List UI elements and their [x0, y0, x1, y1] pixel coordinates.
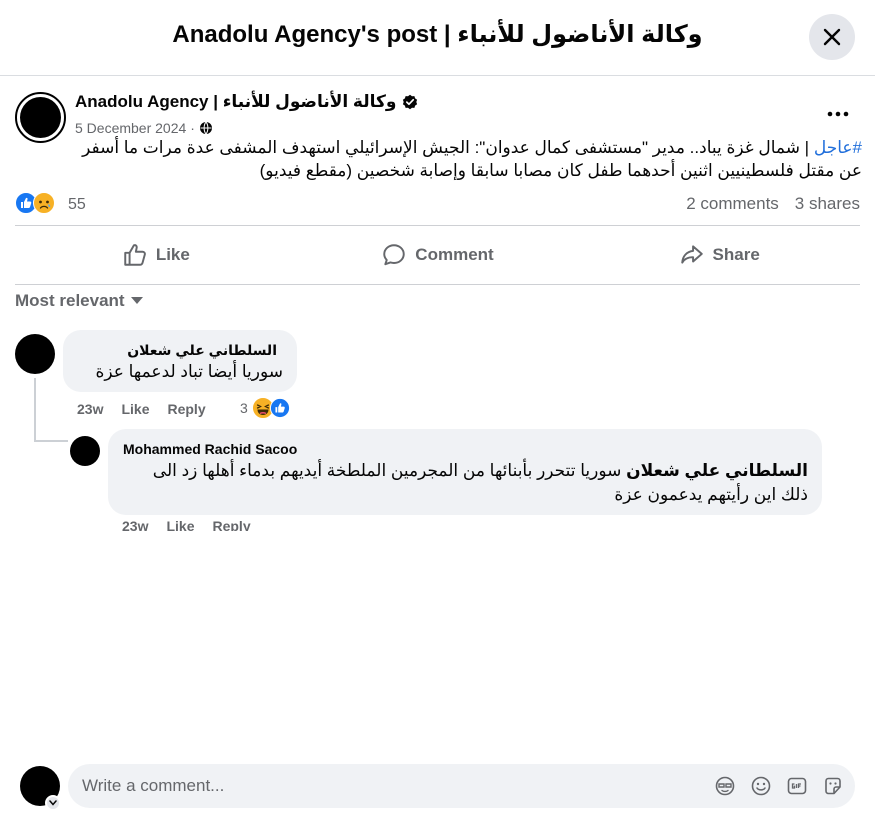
gif-button[interactable] — [785, 774, 809, 798]
like-label: Like — [155, 245, 190, 264]
comment-like-button[interactable]: Like — [121, 401, 149, 417]
post-text-line-2: عن مقتل فلسطينيين اثنين أحدهما طفل كان م… — [259, 161, 862, 180]
avatar-sticker-icon — [715, 776, 735, 796]
comment-composer[interactable]: Write a comment... — [68, 764, 855, 808]
avatar-sticker-button[interactable] — [713, 774, 737, 798]
close-icon — [823, 28, 841, 46]
reply-text-line-1: السلطاني علي شعلان سوريا تتحرر بأبنائها … — [118, 459, 808, 483]
post-meta: 5 December 2024 · — [75, 120, 213, 136]
meta-separator: · — [190, 120, 195, 136]
hashtag-link[interactable]: #عاجل — [814, 138, 862, 157]
profile-switcher-button[interactable] — [45, 795, 61, 811]
post-action-bar: Like Comment Share — [15, 225, 860, 285]
more-options-button[interactable] — [822, 102, 854, 126]
post-text: #عاجل | شمال غزة يباد.. مدير "مستشفى كما… — [14, 136, 862, 182]
reaction-count[interactable]: 55 — [68, 196, 86, 214]
reply-like-button[interactable]: Like — [166, 518, 194, 531]
caret-down-icon — [130, 297, 143, 304]
shares-count-link[interactable]: 3 shares — [795, 194, 860, 214]
comment-text: سوريا أيضا تباد لدعمها عزة — [95, 362, 283, 381]
sort-label: Most relevant — [15, 291, 125, 310]
reply-author-avatar[interactable] — [70, 436, 100, 466]
composer-tools — [713, 774, 845, 798]
commenter-avatar[interactable] — [15, 334, 55, 374]
reply-bubble: Mohammed Rachid Sacoo السلطاني علي شعلان… — [108, 429, 822, 515]
verified-badge-icon — [403, 94, 418, 110]
comment-actions: 23w Like Reply — [77, 401, 206, 417]
post-stats: 2 comments 3 shares — [686, 194, 860, 214]
sticker-button[interactable] — [821, 774, 845, 798]
reaction-icons[interactable] — [15, 192, 55, 214]
comment-sort-dropdown[interactable]: Most relevant — [15, 291, 143, 311]
close-button[interactable] — [809, 14, 855, 60]
like-reaction-icon — [269, 398, 290, 418]
comment-button[interactable]: Comment — [297, 226, 579, 284]
share-button[interactable]: Share — [578, 226, 860, 284]
dialog-title: Anadolu Agency's post | وكالة الأناضول ل… — [172, 21, 703, 48]
gif-icon — [787, 777, 807, 795]
reply-actions-clip: 23w Like Reply — [110, 515, 410, 531]
comment-input[interactable]: Write a comment... — [82, 776, 224, 796]
reply-text: السلطاني علي شعلان سوريا تتحرر بأبنائها … — [118, 459, 808, 507]
reply-mention[interactable]: السلطاني علي شعلان — [626, 461, 808, 480]
comments-count-link[interactable]: 2 comments — [686, 194, 779, 214]
reply-author[interactable]: Mohammed Rachid Sacoo — [123, 441, 297, 457]
thread-line — [34, 378, 36, 442]
reply-time[interactable]: 23w — [122, 518, 148, 531]
emoji-icon — [751, 776, 771, 796]
reply-text-line-2: ذلك اين رأيتهم يدعمون عزة — [614, 485, 808, 504]
comment-bubble: السلطاني علي شعلان سوريا أيضا تباد لدعمه… — [63, 330, 297, 392]
share-icon — [680, 245, 703, 264]
chevron-down-icon — [49, 800, 57, 806]
more-options-icon — [827, 111, 849, 117]
globe-icon — [199, 121, 212, 135]
comment-author[interactable]: السلطاني علي شعلان — [127, 342, 277, 359]
dialog-header: Anadolu Agency's post | وكالة الأناضول ل… — [0, 0, 875, 76]
post-text-body-1: | شمال غزة يباد.. مدير "مستشفى كمال عدوا… — [82, 138, 814, 157]
share-label: Share — [712, 245, 760, 264]
like-button[interactable]: Like — [15, 226, 297, 284]
thumbs-up-icon — [124, 244, 146, 266]
reply-actions: 23w Like Reply — [122, 518, 251, 531]
comment-icon — [383, 244, 406, 266]
comment-label: Comment — [415, 245, 494, 264]
reply-reply-button[interactable]: Reply — [212, 518, 250, 531]
comment-reactions[interactable]: 3 — [240, 397, 290, 419]
reply-text-body-1: سوريا تتحرر بأبنائها من المجرمين الملطخة… — [152, 461, 627, 480]
sticker-icon — [825, 777, 841, 795]
page-name[interactable]: Anadolu Agency | وكالة الأناضول للأنباء — [75, 92, 396, 112]
post-text-line-1: #عاجل | شمال غزة يباد.. مدير "مستشفى كما… — [14, 136, 862, 159]
comment-reply-button[interactable]: Reply — [167, 401, 205, 417]
reactions-summary: 55 2 comments 3 shares — [15, 192, 860, 218]
thread-line-branch — [34, 440, 68, 442]
comment-time[interactable]: 23w — [77, 401, 103, 417]
page-name-link[interactable]: Anadolu Agency | وكالة الأناضول للأنباء — [75, 92, 418, 112]
emoji-button[interactable] — [749, 774, 773, 798]
sad-reaction-icon — [33, 192, 55, 214]
post-date[interactable]: 5 December 2024 — [75, 120, 186, 136]
comment-reaction-count: 3 — [240, 400, 248, 416]
